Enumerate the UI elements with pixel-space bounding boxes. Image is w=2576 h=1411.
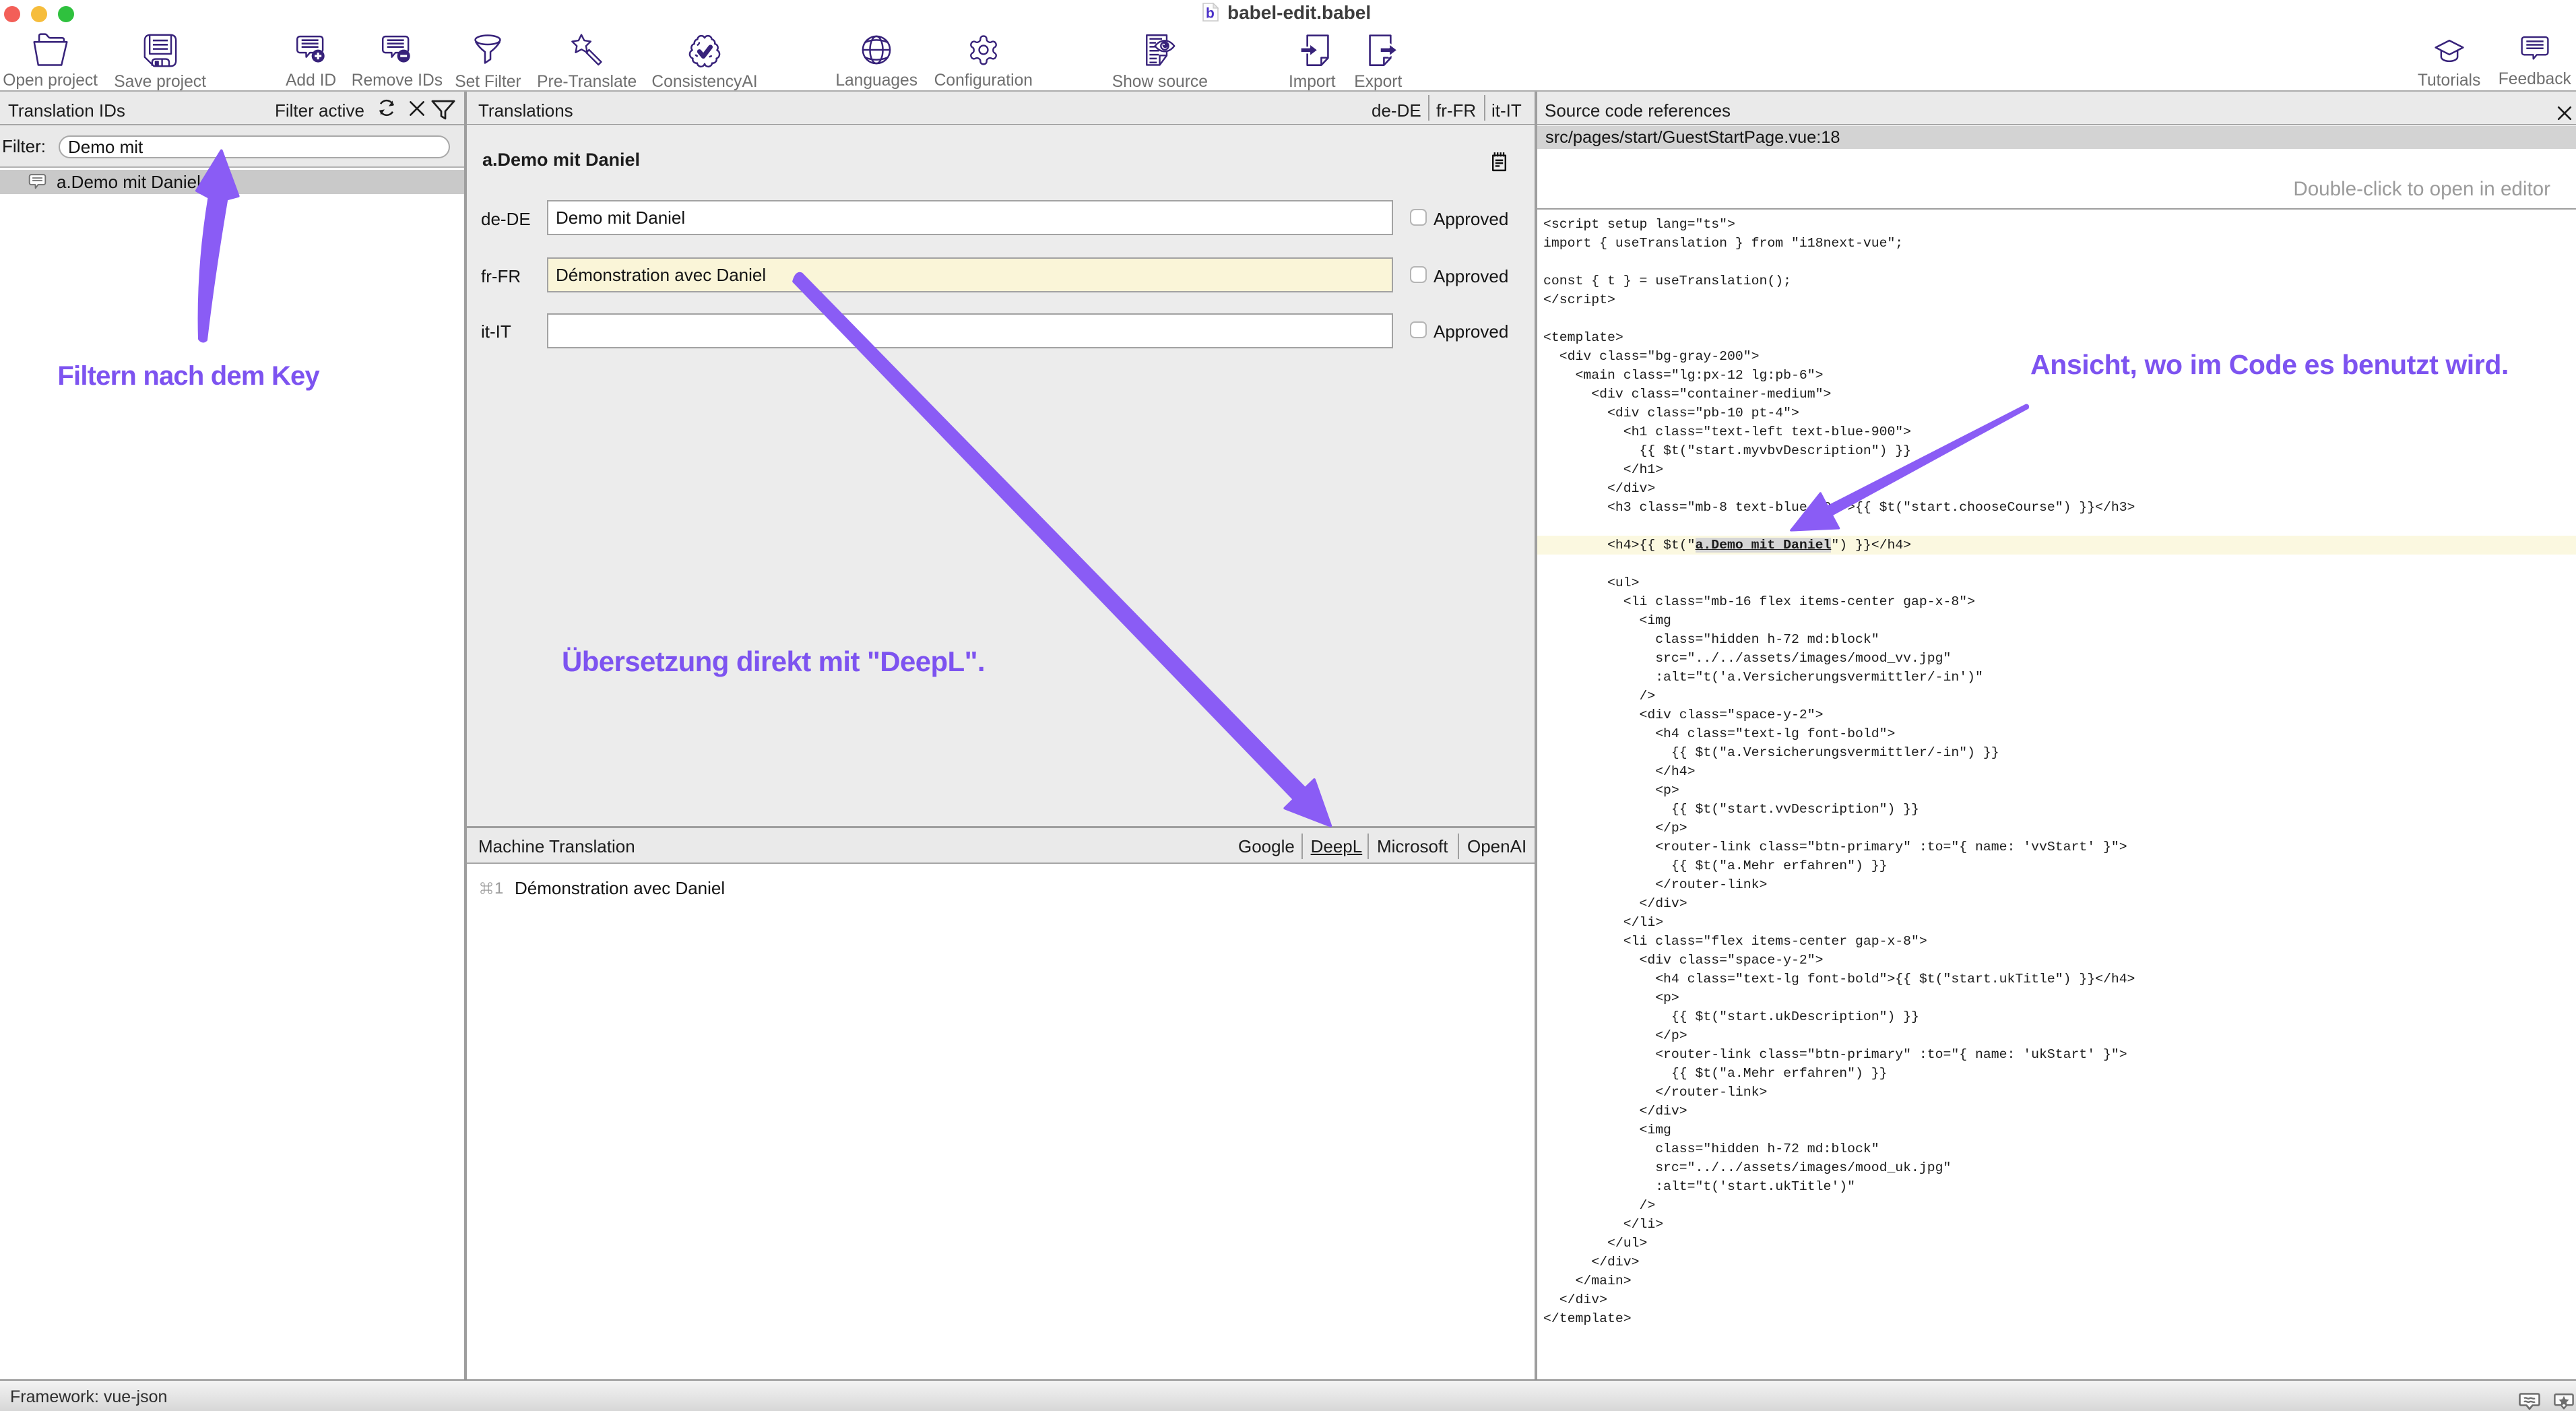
- svg-text:b: b: [1206, 5, 1215, 21]
